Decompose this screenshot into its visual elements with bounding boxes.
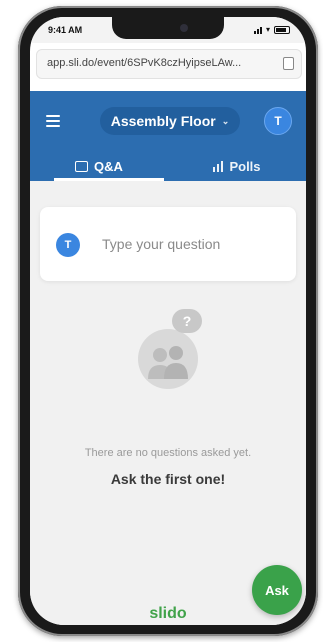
phone-frame: 9:41 AM ▾ app.sli.do/event/6SPvK8czHyips… [18, 6, 318, 636]
tab-qa[interactable]: Q&A [30, 151, 168, 181]
status-time: 9:41 AM [48, 25, 83, 35]
empty-message: There are no questions asked yet. [84, 447, 252, 459]
user-avatar[interactable]: T [264, 107, 292, 135]
event-selector[interactable]: Assembly Floor ⌄ [100, 107, 240, 135]
phone-screen: 9:41 AM ▾ app.sli.do/event/6SPvK8czHyips… [30, 17, 306, 625]
user-avatar: T [56, 233, 80, 257]
bar-chart-icon [213, 160, 224, 172]
main-content: T Type your question ? There are no ques… [30, 181, 306, 625]
people-icon [138, 329, 198, 389]
empty-cta: Ask the first one! [110, 471, 226, 487]
url-text[interactable]: app.sli.do/event/6SPvK8czHyipseLAw... [47, 57, 241, 69]
signal-icon [253, 26, 262, 34]
question-input[interactable]: Type your question [102, 236, 220, 252]
speech-bubble-icon [75, 160, 89, 172]
phone-notch [112, 17, 224, 39]
app-header: Assembly Floor ⌄ T Q&A Polls [30, 91, 306, 181]
chevron-down-icon: ⌄ [221, 115, 230, 126]
browser-url-bar[interactable]: app.sli.do/event/6SPvK8czHyipseLAw... [36, 49, 302, 79]
tab-qa-label: Q&A [94, 158, 123, 174]
question-input-card[interactable]: T Type your question [40, 207, 296, 281]
wifi-icon: ▾ [265, 25, 270, 34]
empty-state: ? [30, 309, 306, 405]
copy-icon[interactable] [283, 57, 294, 70]
battery-icon [274, 26, 290, 34]
question-mark-icon: ? [172, 309, 202, 333]
tab-polls-label: Polls [229, 158, 261, 174]
slido-logo: slido [149, 605, 187, 622]
tab-polls[interactable]: Polls [168, 151, 306, 181]
menu-icon[interactable] [46, 115, 60, 127]
status-icons: ▾ [253, 25, 290, 34]
event-name: Assembly Floor [110, 113, 216, 129]
tab-bar: Q&A Polls [30, 151, 306, 181]
camera-icon [180, 24, 188, 32]
